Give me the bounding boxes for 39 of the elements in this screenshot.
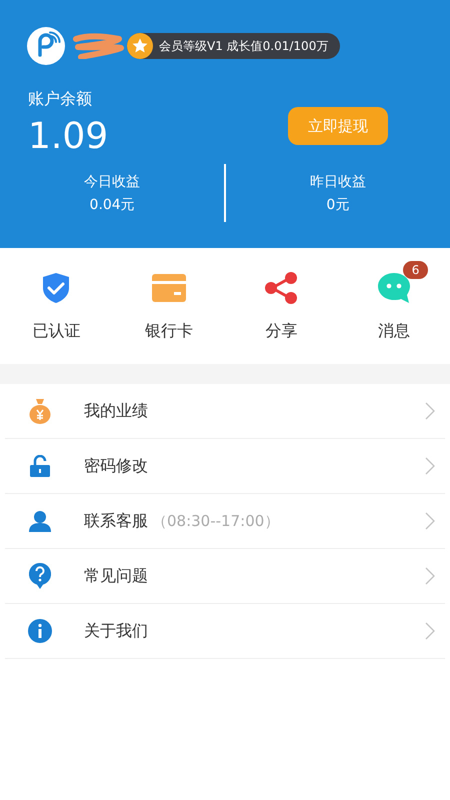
chevron-right-icon — [425, 457, 435, 475]
card-icon[interactable] — [152, 274, 186, 302]
menu-label: 常见问题 — [84, 566, 148, 586]
balance-amount: 1.09 — [28, 116, 108, 157]
scribble-mark — [73, 33, 125, 59]
earnings-value: 0.04元 — [88, 196, 136, 214]
menu-label: 关于我们 — [84, 620, 148, 642]
menu-label: 我的业绩 — [84, 400, 148, 422]
money-bag-icon — [29, 398, 51, 424]
menu-label: 联系客服 — [84, 510, 148, 532]
menu-item[interactable]: 联系客服 （08:30--17:00） — [5, 494, 445, 549]
shortcut-label[interactable]: 银行卡 — [144, 320, 193, 342]
count-badge: 6 — [402, 260, 428, 278]
earnings-label: 今日收益 — [83, 172, 142, 190]
menu-item[interactable]: 我的业绩 — [5, 384, 445, 439]
person-icon — [29, 510, 51, 532]
menu-item[interactable]: 常见问题 — [5, 549, 445, 604]
hours-text: （08:30--17:00） — [152, 512, 280, 530]
share-icon[interactable] — [264, 270, 298, 304]
chevron-right-icon — [425, 402, 435, 420]
menu-item[interactable]: 关于我们 — [5, 604, 445, 659]
earnings-label: 昨日收益 — [308, 172, 367, 190]
balance-label: 账户余额 — [28, 89, 93, 110]
chat-bubble-icon[interactable] — [376, 272, 411, 304]
earnings-value: 0元 — [325, 196, 350, 214]
chevron-right-icon — [425, 512, 435, 530]
shortcut-label[interactable]: 分享 — [265, 320, 298, 342]
chevron-right-icon — [425, 622, 435, 640]
shortcut-label[interactable]: 消息 — [378, 320, 410, 342]
shield-check-icon[interactable] — [41, 272, 72, 304]
info-icon — [28, 619, 52, 643]
chevron-right-icon — [425, 567, 435, 585]
unlocked-padlock-icon — [30, 455, 50, 477]
shortcut-label[interactable]: 已认证 — [32, 320, 80, 342]
menu-item[interactable]: 密码修改 — [5, 439, 445, 494]
logo-avatar-icon[interactable] — [27, 27, 65, 65]
menu-label: 密码修改 — [84, 456, 148, 476]
question-icon — [29, 563, 51, 589]
member-level-badge: 会员等级V1 成长值0.01/100万 — [127, 33, 340, 59]
